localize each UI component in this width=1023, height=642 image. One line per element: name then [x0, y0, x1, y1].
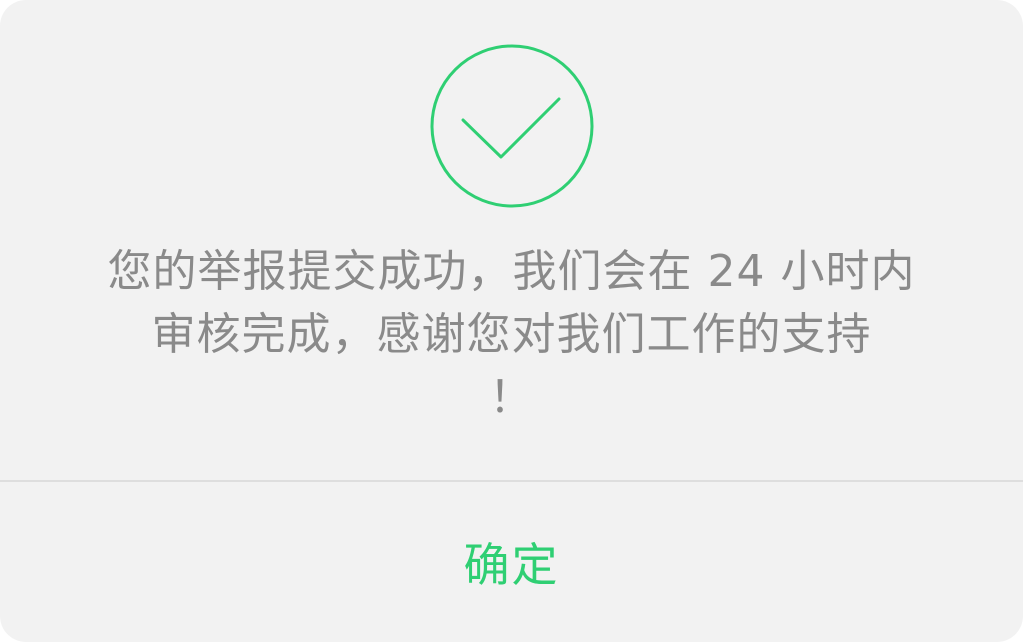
success-message-line: 您的举报提交成功，我们会在 24 小时内: [107, 246, 916, 297]
success-message-line: 审核完成，感谢您对我们工作的支持: [151, 309, 872, 360]
confirm-button-label: 确定: [463, 538, 560, 592]
success-message-text: 您的举报提交成功，我们会在 24 小时内 审核完成，感谢您对我们工作的支持 ！: [100, 240, 923, 429]
report-success-dialog: 您的举报提交成功，我们会在 24 小时内 审核完成，感谢您对我们工作的支持 ！ 确定: [0, 0, 1023, 642]
success-message: 您的举报提交成功，我们会在 24 小时内 审核完成，感谢您对我们工作的支持 ！: [100, 240, 923, 429]
confirm-button[interactable]: 确定: [0, 482, 1023, 642]
success-message-line: ！: [489, 372, 534, 423]
check-circle-icon: [429, 43, 595, 209]
